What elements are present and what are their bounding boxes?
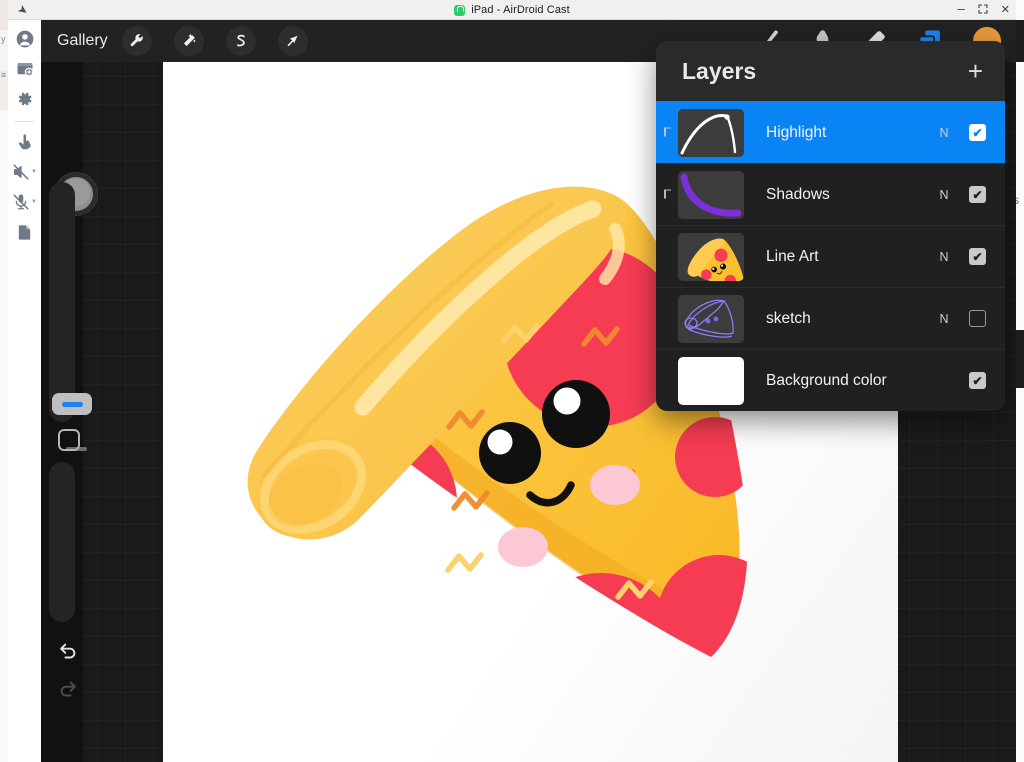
chevron-down-icon[interactable]: ▼ bbox=[31, 199, 37, 205]
minimize-button[interactable]: – bbox=[958, 2, 965, 15]
adjustments-wand-icon[interactable] bbox=[173, 26, 204, 56]
layers-panel-header: Layers + bbox=[656, 41, 1005, 101]
layer-row-line-art[interactable]: Line Art N ✔ bbox=[656, 225, 1005, 287]
brush-opacity-slider[interactable] bbox=[49, 462, 75, 622]
selection-icon[interactable] bbox=[225, 26, 256, 56]
layer-visibility-checkbox[interactable]: ✔ bbox=[969, 186, 986, 203]
layer-visibility-checkbox[interactable]: ✔ bbox=[969, 372, 986, 389]
speaker-muted-icon[interactable]: ▼ bbox=[12, 159, 38, 185]
layers-panel: Layers + Highlight N ✔ Shadows N ✔ Line Art N ✔ s… bbox=[656, 41, 1005, 411]
check-icon: ✔ bbox=[972, 373, 983, 388]
layer-thumbnail[interactable] bbox=[678, 170, 744, 219]
layer-thumbnail[interactable] bbox=[678, 108, 744, 157]
add-layer-button[interactable]: + bbox=[968, 58, 983, 84]
layer-visibility-checkbox[interactable] bbox=[969, 310, 986, 327]
title-bar: ➤ iPad - AirDroid Cast – ✕ bbox=[8, 0, 1016, 20]
window-title-group: iPad - AirDroid Cast bbox=[8, 0, 1016, 20]
check-icon: ✔ bbox=[972, 125, 983, 140]
layer-blend-mode[interactable]: N bbox=[935, 188, 953, 202]
layer-name: sketch bbox=[766, 309, 811, 327]
rail-divider bbox=[14, 121, 35, 122]
chevron-down-icon[interactable]: ▼ bbox=[31, 169, 37, 175]
undo-button[interactable] bbox=[57, 640, 79, 667]
procreate-app: Gallery Layers + Highlight N ✔ Shadows N… bbox=[41, 20, 1016, 762]
cast-tool-rail: ▼ ▼ bbox=[8, 20, 41, 762]
layers-title: Layers bbox=[682, 57, 757, 84]
window-controls: – ✕ bbox=[958, 0, 1010, 20]
layer-row-background-color[interactable]: Background color ✔ bbox=[656, 349, 1005, 411]
layer-row-highlight[interactable]: Highlight N ✔ bbox=[656, 101, 1005, 163]
layer-thumbnail[interactable] bbox=[678, 232, 744, 281]
brush-size-handle[interactable] bbox=[52, 393, 92, 415]
layer-thumbnail[interactable] bbox=[678, 294, 744, 343]
clipping-mask-icon bbox=[664, 127, 674, 138]
actions-wrench-icon[interactable] bbox=[121, 26, 152, 56]
touch-control-icon[interactable] bbox=[12, 129, 38, 155]
layer-row-sketch[interactable]: sketch N bbox=[656, 287, 1005, 349]
check-icon: ✔ bbox=[972, 187, 983, 202]
airdroid-cast-window: ➤ iPad - AirDroid Cast – ✕ ▼ ▼ Gallery L… bbox=[0, 0, 1024, 762]
add-device-icon[interactable] bbox=[12, 56, 38, 82]
layer-name: Highlight bbox=[766, 123, 827, 141]
maximize-button[interactable] bbox=[978, 3, 988, 17]
layer-blend-mode[interactable]: N bbox=[935, 126, 953, 140]
redo-button[interactable] bbox=[57, 678, 79, 705]
layer-name: Background color bbox=[766, 371, 887, 389]
window-title: iPad - AirDroid Cast bbox=[471, 4, 570, 16]
account-icon[interactable] bbox=[12, 26, 38, 52]
layer-blend-mode[interactable]: N bbox=[935, 250, 953, 264]
layer-thumbnail[interactable] bbox=[678, 356, 744, 405]
close-button[interactable]: ✕ bbox=[1001, 4, 1010, 16]
screenshot-icon[interactable] bbox=[12, 219, 38, 245]
layer-blend-mode[interactable]: N bbox=[935, 312, 953, 326]
check-icon: ✔ bbox=[972, 249, 983, 264]
layers-list: Highlight N ✔ Shadows N ✔ Line Art N ✔ sketch N Bac… bbox=[656, 101, 1005, 411]
brush-sidebar bbox=[41, 62, 97, 762]
gallery-button[interactable]: Gallery bbox=[57, 32, 108, 50]
layer-name: Line Art bbox=[766, 247, 819, 265]
layer-visibility-checkbox[interactable]: ✔ bbox=[969, 124, 986, 141]
layer-row-shadows[interactable]: Shadows N ✔ bbox=[656, 163, 1005, 225]
settings-gear-icon[interactable] bbox=[12, 86, 38, 112]
transform-arrow-icon[interactable] bbox=[277, 26, 308, 56]
layer-visibility-checkbox[interactable]: ✔ bbox=[969, 248, 986, 265]
modify-button[interactable] bbox=[58, 429, 80, 451]
brush-size-slider[interactable] bbox=[49, 182, 92, 451]
microphone-muted-icon[interactable]: ▼ bbox=[12, 189, 38, 215]
airdroid-app-icon bbox=[454, 4, 466, 16]
brush-size-indicator bbox=[61, 401, 83, 407]
layer-name: Shadows bbox=[766, 185, 830, 203]
clipping-mask-icon bbox=[664, 189, 674, 200]
